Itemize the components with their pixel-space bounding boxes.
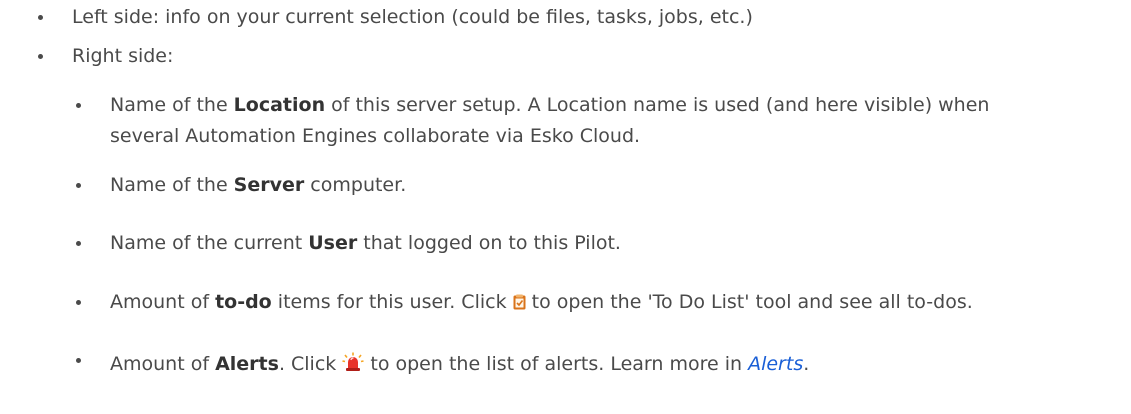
location-term: Location bbox=[233, 94, 326, 116]
todo-post: to open the 'To Do List' tool and see al… bbox=[525, 291, 973, 313]
document-body: Left side: info on your current selectio… bbox=[0, 0, 1131, 414]
bullet bbox=[76, 358, 81, 363]
server-post: computer. bbox=[304, 174, 407, 196]
alerts-mid: . Click bbox=[278, 353, 343, 375]
bullet bbox=[38, 54, 43, 59]
alerts-term: Alerts bbox=[215, 353, 279, 375]
todo-pre: Amount of bbox=[110, 291, 216, 313]
list-item-user: Name of the current User that logged on … bbox=[110, 229, 621, 258]
list-item-location: Name of the Location of this server setu… bbox=[110, 91, 989, 120]
location-desc-line2: several Automation Engines collaborate v… bbox=[110, 125, 641, 147]
bullet bbox=[76, 300, 81, 305]
todo-term: to-do bbox=[215, 291, 272, 313]
bullet bbox=[76, 103, 81, 108]
location-pre: Name of the bbox=[110, 94, 234, 116]
list-item-server: Name of the Server computer. bbox=[110, 171, 406, 200]
bullet bbox=[38, 15, 43, 20]
bullet bbox=[76, 183, 81, 188]
todo-mid: items for this user. Click bbox=[271, 291, 513, 313]
alerts-end: . bbox=[803, 353, 810, 375]
bullet bbox=[76, 241, 81, 246]
location-desc-line1: of this server setup. A Location name is… bbox=[325, 94, 990, 116]
list-item-alerts: Amount of Alerts. Click to open the list… bbox=[110, 350, 809, 381]
alerts-pre: Amount of bbox=[110, 353, 216, 375]
list-item-left-side: Left side: info on your current selectio… bbox=[72, 3, 753, 32]
alerts-link[interactable]: Alerts bbox=[748, 353, 803, 375]
list-item-todo: Amount of to-do items for this user. Cli… bbox=[110, 288, 973, 319]
user-term: User bbox=[308, 232, 358, 254]
server-pre: Name of the bbox=[110, 174, 234, 196]
server-term: Server bbox=[233, 174, 305, 196]
left-side-text: Left side: info on your current selectio… bbox=[72, 6, 753, 28]
todo-list-icon[interactable] bbox=[513, 290, 526, 319]
list-item-right-side: Right side: bbox=[72, 42, 173, 71]
alert-siren-icon[interactable] bbox=[342, 352, 365, 381]
user-pre: Name of the current bbox=[110, 232, 309, 254]
list-item-location-cont: several Automation Engines collaborate v… bbox=[110, 122, 640, 151]
alerts-post: to open the list of alerts. Learn more i… bbox=[364, 353, 749, 375]
right-side-text: Right side: bbox=[72, 45, 174, 67]
user-post: that logged on to this Pilot. bbox=[357, 232, 621, 254]
